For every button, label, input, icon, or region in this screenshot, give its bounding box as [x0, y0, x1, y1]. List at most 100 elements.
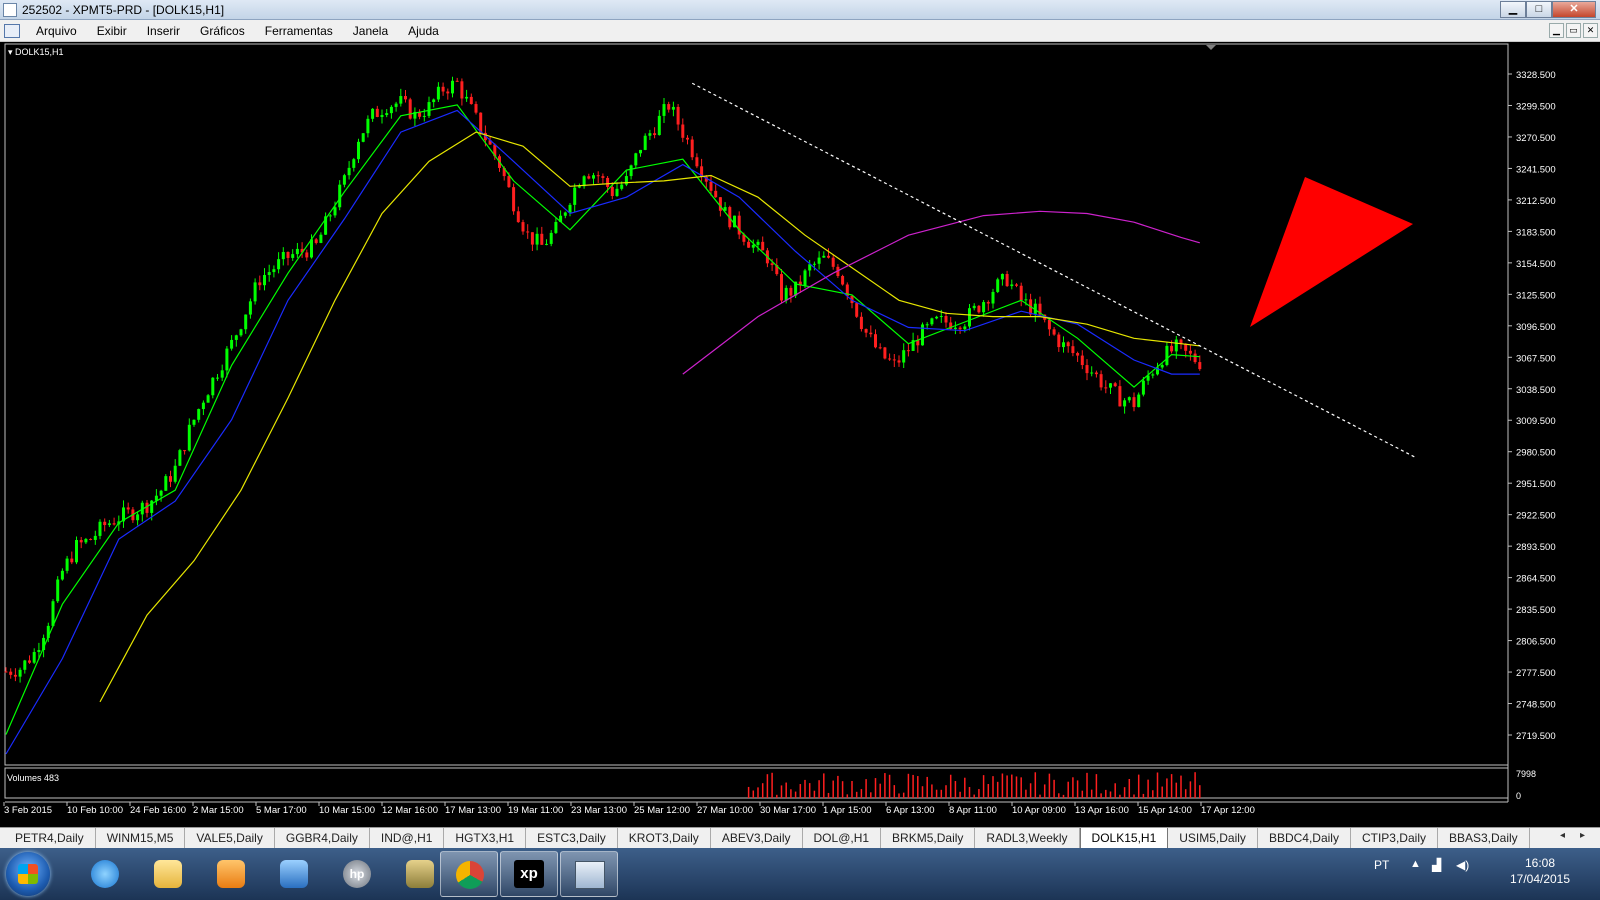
time-axis-label: 1 Apr 15:00: [823, 805, 872, 816]
chart-tab[interactable]: ESTC3,Daily: [526, 828, 618, 848]
candle: [1160, 364, 1164, 368]
candle: [23, 660, 27, 670]
candle: [930, 318, 934, 325]
chart-tab[interactable]: GGBR4,Daily: [275, 828, 370, 848]
chart-tab[interactable]: KROT3,Daily: [618, 828, 711, 848]
candle: [1188, 350, 1192, 354]
candle: [859, 316, 863, 330]
clock[interactable]: 16:08 17/04/2015: [1495, 855, 1585, 887]
candle: [305, 252, 309, 258]
chart-tab[interactable]: ABEV3,Daily: [711, 828, 803, 848]
volume-icon[interactable]: ◀): [1456, 858, 1469, 872]
candle: [399, 96, 403, 104]
candle: [220, 370, 224, 378]
xp-icon: xp: [514, 860, 544, 888]
taskbar-hp[interactable]: hp: [328, 851, 386, 897]
show-hidden-icons-icon[interactable]: ▲: [1410, 858, 1421, 870]
close-button[interactable]: ✕: [1552, 1, 1596, 18]
price-axis-label: 2806.500: [1516, 637, 1556, 648]
menu-item-arquivo[interactable]: Arquivo: [26, 20, 87, 42]
taskbar-network[interactable]: [265, 851, 323, 897]
candle: [662, 104, 666, 116]
candle: [427, 102, 431, 116]
price-axis-label: 3154.500: [1516, 259, 1556, 270]
chart-tab[interactable]: DOL@,H1: [803, 828, 882, 848]
chart-tab[interactable]: PETR4,Daily: [4, 828, 96, 848]
chart-tab[interactable]: IND@,H1: [370, 828, 445, 848]
candle: [681, 124, 685, 138]
taskbar-metatrader-5[interactable]: [560, 851, 618, 897]
chart-tab[interactable]: BBDC4,Daily: [1258, 828, 1351, 848]
candle: [460, 81, 464, 99]
candle: [629, 165, 633, 177]
candle: [516, 211, 520, 223]
candle: [1113, 383, 1117, 387]
taskbar-media-player[interactable]: [202, 851, 260, 897]
candle: [126, 507, 130, 510]
menu-item-gráficos[interactable]: Gráficos: [190, 20, 255, 42]
volumes-label: Volumes 483: [7, 773, 59, 783]
chart-tab[interactable]: BRKM5,Daily: [881, 828, 976, 848]
candle: [1193, 353, 1197, 363]
price-axis-label: 3009.500: [1516, 416, 1556, 427]
candle: [953, 327, 957, 330]
chart-window[interactable]: 3328.500 3299.500 3270.500 3241.500 3212.500…: [0, 42, 1600, 827]
chart-tab[interactable]: WINM15,M5: [96, 828, 186, 848]
candle: [9, 671, 13, 675]
language-indicator[interactable]: PT: [1374, 858, 1389, 872]
start-button[interactable]: [6, 852, 50, 896]
mdi-restore-button[interactable]: ▭: [1566, 23, 1581, 38]
candle: [107, 523, 111, 526]
candle: [451, 80, 454, 94]
menu-item-exibir[interactable]: Exibir: [87, 20, 137, 42]
candle: [244, 314, 248, 330]
maximize-button[interactable]: □: [1526, 1, 1552, 18]
chart-window-icon[interactable]: [4, 24, 20, 38]
candle: [718, 197, 722, 211]
chart-tab[interactable]: USIM5,Daily: [1168, 828, 1258, 848]
chart-tab[interactable]: RADL3,Weekly: [975, 828, 1080, 848]
metatrader-icon: [575, 861, 605, 889]
taskbar-file-explorer[interactable]: [139, 851, 197, 897]
candle: [258, 282, 262, 286]
price-axis-label: 2980.500: [1516, 448, 1556, 459]
candle: [216, 377, 219, 379]
candle: [869, 332, 873, 335]
minimize-button[interactable]: ▁: [1500, 1, 1526, 18]
time-axis-label: 30 Mar 17:00: [760, 805, 816, 816]
candle: [173, 465, 177, 482]
menu-item-ajuda[interactable]: Ajuda: [398, 20, 449, 42]
chart-tab[interactable]: HGTX3,H1: [444, 828, 527, 848]
mdi-minimize-button[interactable]: ▁: [1549, 23, 1564, 38]
time-axis-label: 24 Feb 16:00: [130, 805, 186, 816]
price-chart[interactable]: 3328.500 3299.500 3270.500 3241.500 3212.500…: [0, 42, 1600, 827]
candle: [469, 96, 473, 105]
candle: [267, 272, 271, 275]
menu-item-janela[interactable]: Janela: [343, 20, 398, 42]
media-player-icon: [217, 860, 245, 888]
candle: [1005, 274, 1009, 287]
taskbar-xp-investimentos[interactable]: xp: [500, 851, 558, 897]
candle: [230, 339, 234, 349]
candle: [187, 424, 191, 451]
network-signal-icon[interactable]: ▟: [1432, 858, 1441, 872]
chart-shift-marker: [1206, 45, 1216, 50]
symbol-label[interactable]: ▾ DOLK15,H1: [8, 47, 64, 57]
taskbar-internet-explorer[interactable]: [76, 851, 134, 897]
tab-next-arrow[interactable]: ▸: [1580, 830, 1585, 841]
windows-taskbar: hp xp PT ▲ ▟ ◀) 16:08 17/04/2015: [0, 848, 1600, 900]
mdi-close-button[interactable]: ✕: [1583, 23, 1598, 38]
candle: [535, 233, 539, 245]
chart-tab[interactable]: BBAS3,Daily: [1438, 828, 1530, 848]
chart-tab[interactable]: VALE5,Daily: [185, 828, 275, 848]
candle: [512, 187, 516, 212]
chart-tab[interactable]: CTIP3,Daily: [1351, 828, 1438, 848]
tab-prev-arrow[interactable]: ◂: [1560, 830, 1565, 841]
candle: [855, 303, 859, 317]
triangle-annotation[interactable]: [1250, 177, 1413, 327]
taskbar-chrome[interactable]: [440, 851, 498, 897]
menu-item-ferramentas[interactable]: Ferramentas: [255, 20, 343, 42]
chart-tab[interactable]: DOLK15,H1: [1079, 828, 1169, 849]
candle: [1137, 394, 1141, 408]
menu-item-inserir[interactable]: Inserir: [137, 20, 190, 42]
